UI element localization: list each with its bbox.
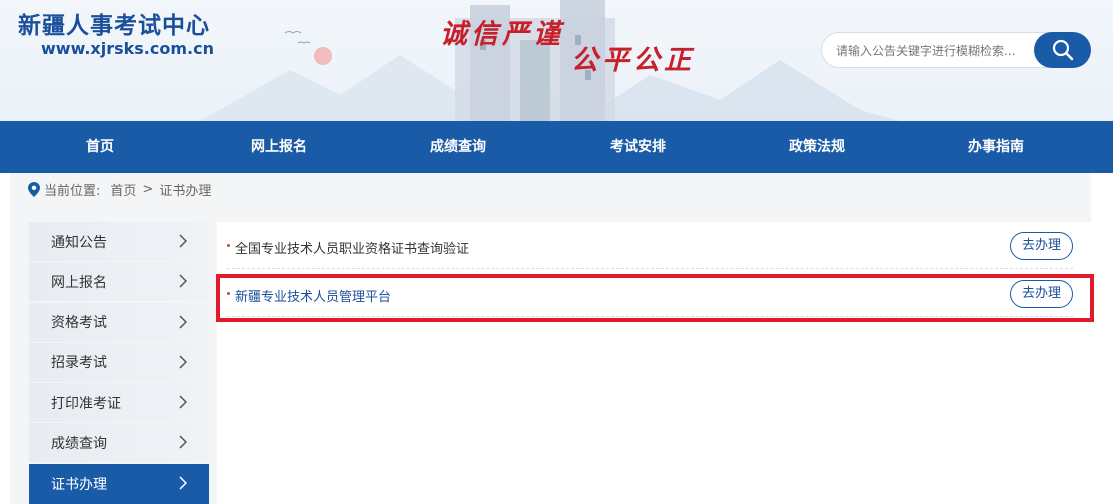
chevron-right-icon (179, 435, 187, 450)
nav-online-registration[interactable]: 网上报名 (219, 121, 339, 173)
slogan-integrity: 诚信严谨 (440, 19, 564, 50)
breadcrumb-separator: > (142, 181, 154, 197)
sidebar-item-label: 网上报名 (51, 274, 107, 291)
location-pin-icon (28, 181, 40, 197)
site-header: 新疆人事考试中心 www.xjrsks.com.cn 诚信严谨 公平公正 (0, 0, 1113, 121)
breadcrumb-current: 证书办理 (159, 183, 212, 199)
sidebar-item-print-admission[interactable]: 打印准考证 (29, 383, 209, 423)
search-icon (1052, 39, 1073, 61)
chevron-right-icon (179, 274, 187, 288)
highlight-box (216, 274, 1094, 322)
search-input[interactable] (836, 41, 1036, 61)
sidebar-item-online-registration[interactable]: 网上报名 (29, 262, 209, 302)
list-item-title[interactable]: 全国专业技术人员职业资格证书查询验证 (235, 238, 469, 257)
sidebar-item-notices[interactable]: 通知公告 (29, 222, 209, 261)
sidebar-item-label: 通知公告 (51, 234, 107, 251)
breadcrumb-prefix: 当前位置: (44, 183, 101, 199)
sidebar-item-qualification-exam[interactable]: 资格考试 (29, 302, 209, 342)
search-box (821, 32, 1051, 68)
sidebar-item-score-query[interactable]: 成绩查询 (29, 423, 209, 463)
sidebar-item-label: 成绩查询 (51, 435, 107, 452)
bullet-icon (227, 244, 230, 247)
nav-exam-schedule[interactable]: 考试安排 (578, 121, 698, 173)
nav-score-query[interactable]: 成绩查询 (398, 121, 518, 173)
site-title[interactable]: 新疆人事考试中心 (18, 6, 210, 40)
main-nav: 首页 网上报名 成绩查询 考试安排 政策法规 办事指南 (0, 121, 1113, 173)
go-handle-button[interactable]: 去办理 (1010, 232, 1073, 260)
chevron-right-icon (179, 234, 187, 248)
breadcrumb-home[interactable]: 首页 (110, 180, 136, 199)
sidebar-item-recruitment-exam[interactable]: 招录考试 (29, 342, 209, 382)
chevron-right-icon (179, 395, 187, 409)
sidebar-item-certificate[interactable]: 证书办理 (29, 463, 209, 504)
chevron-right-icon (179, 315, 187, 329)
breadcrumb: 当前位置: 首页 > 证书办理 (28, 180, 212, 199)
slogan-fairness: 公平公正 (571, 45, 695, 76)
main-panel: 全国专业技术人员职业资格证书查询验证 去办理 新疆专业技术人员管理平台 去办理 (217, 222, 1091, 504)
chevron-right-icon (179, 355, 187, 369)
sidebar: 通知公告 网上报名 资格考试 招录考试 打印准考证 成绩查询 证书办理 (29, 222, 209, 504)
sidebar-item-label: 证书办理 (51, 476, 107, 493)
nav-home[interactable]: 首页 (40, 121, 160, 173)
nav-policies[interactable]: 政策法规 (757, 121, 877, 173)
list-item: 全国专业技术人员职业资格证书查询验证 去办理 (227, 222, 1073, 269)
site-url[interactable]: www.xjrsks.com.cn (41, 39, 214, 58)
nav-guide[interactable]: 办事指南 (936, 121, 1056, 173)
search-button[interactable] (1034, 32, 1091, 68)
sidebar-item-label: 打印准考证 (51, 395, 121, 412)
sidebar-item-label: 资格考试 (51, 315, 107, 332)
chevron-right-icon (179, 476, 187, 490)
sidebar-item-label: 招录考试 (51, 355, 107, 372)
